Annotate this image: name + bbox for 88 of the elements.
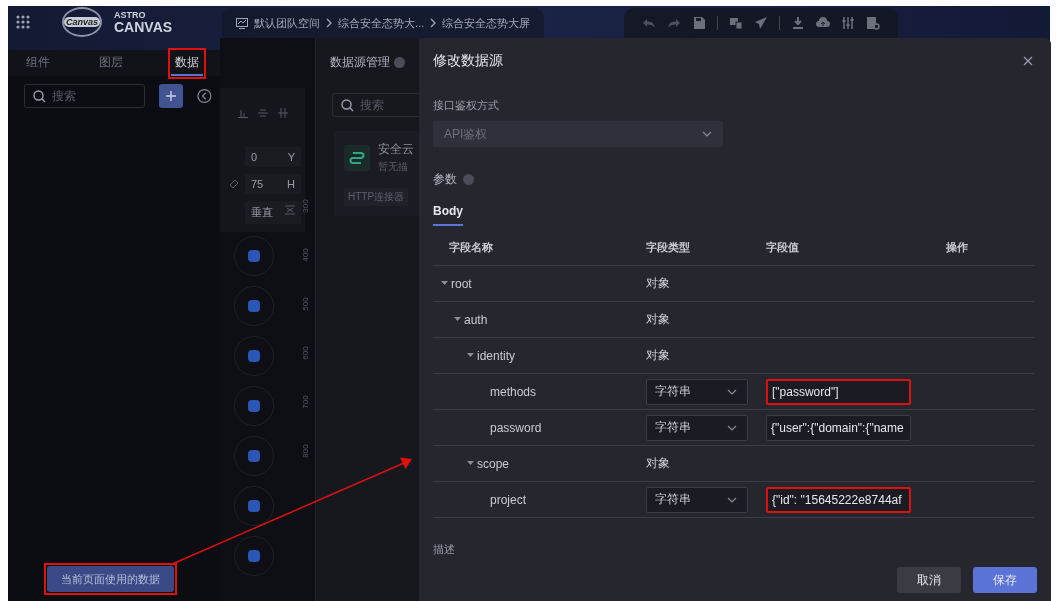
panel-title: 数据源管理 bbox=[330, 54, 390, 71]
panel-tab[interactable]: 数据 bbox=[171, 50, 203, 76]
send-icon[interactable] bbox=[754, 16, 769, 30]
chevron-right-icon bbox=[430, 18, 437, 28]
vertical-spacing-icon bbox=[285, 205, 295, 215]
logo: Canvas bbox=[62, 7, 102, 37]
cube-icon bbox=[247, 349, 261, 363]
value-input[interactable]: {"id": "15645222e8744af bbox=[766, 486, 911, 513]
download-icon[interactable] bbox=[791, 16, 806, 30]
datasource-name: 安全云 bbox=[378, 141, 414, 158]
ruler-label: 600 bbox=[299, 345, 311, 361]
type-select[interactable]: 字符串 bbox=[646, 378, 748, 405]
settings-icon[interactable] bbox=[866, 16, 881, 30]
chevron-down-icon bbox=[702, 131, 712, 137]
field-name: password bbox=[490, 420, 542, 435]
direction-field[interactable]: 垂直 bbox=[245, 201, 301, 224]
chevron-down-icon bbox=[727, 388, 737, 395]
field-type: 对象 bbox=[646, 455, 671, 472]
type-select[interactable]: 字符串 bbox=[646, 414, 748, 441]
monitor-icon bbox=[236, 17, 249, 29]
search-icon bbox=[33, 89, 46, 103]
chevron-right-icon bbox=[326, 18, 333, 28]
field-name: scope bbox=[477, 456, 510, 471]
column-header: 操作 bbox=[946, 240, 969, 255]
caret-icon[interactable] bbox=[467, 353, 474, 358]
redo-icon[interactable] bbox=[667, 16, 682, 30]
add-button[interactable] bbox=[159, 84, 184, 108]
ruler-label: 400 bbox=[299, 247, 311, 263]
dialog-title: 修改数据源 bbox=[433, 52, 503, 70]
apps-grid-icon[interactable] bbox=[16, 15, 30, 29]
field-type: 对象 bbox=[646, 275, 671, 292]
collapse-icon[interactable] bbox=[197, 88, 212, 104]
field-type: 对象 bbox=[646, 311, 671, 328]
cube-icon bbox=[247, 299, 261, 313]
field-name: root bbox=[451, 276, 472, 291]
chevron-down-icon bbox=[727, 424, 737, 431]
ruler-label: 800 bbox=[299, 443, 311, 459]
ruler-label: 300 bbox=[299, 198, 311, 214]
value-input[interactable]: {"user":{"domain":{"name bbox=[766, 414, 911, 441]
field-name: identity bbox=[477, 348, 516, 363]
align-bottom-icon[interactable] bbox=[237, 108, 248, 118]
column-header: 字段名称 bbox=[448, 240, 494, 255]
cube-icon bbox=[247, 399, 261, 413]
breadcrumb-item[interactable]: 默认团队空间 bbox=[254, 15, 321, 31]
cube-icon bbox=[247, 549, 261, 563]
chevron-down-icon bbox=[727, 496, 737, 503]
breadcrumb-item[interactable]: 综合安全态势大屏 bbox=[442, 15, 531, 31]
field-name: auth bbox=[464, 312, 488, 327]
field-name: methods bbox=[490, 384, 537, 399]
property-field[interactable]: 75 H bbox=[245, 174, 301, 194]
connector-icon bbox=[344, 144, 370, 171]
ruler-label: 700 bbox=[299, 394, 311, 410]
property-field[interactable]: 0 Y bbox=[245, 147, 301, 167]
field-label: 描述 bbox=[433, 542, 456, 557]
caret-icon[interactable] bbox=[441, 281, 448, 286]
current-page-data-button[interactable]: 当前页面使用的数据 bbox=[47, 566, 174, 592]
section-label: 参数 bbox=[433, 171, 457, 188]
panel-tab[interactable]: 图层 bbox=[95, 50, 127, 76]
help-icon[interactable] bbox=[394, 57, 405, 68]
field-type: 对象 bbox=[646, 347, 671, 364]
distribute-icon[interactable] bbox=[277, 108, 288, 118]
link-icon[interactable] bbox=[229, 179, 239, 189]
screens-icon[interactable] bbox=[729, 16, 744, 30]
column-header: 字段值 bbox=[766, 240, 800, 255]
ruler-label: 500 bbox=[299, 296, 311, 312]
brand-name: CANVAS bbox=[114, 19, 173, 34]
caret-icon[interactable] bbox=[467, 461, 474, 466]
plus-icon bbox=[165, 90, 178, 102]
caret-icon[interactable] bbox=[454, 317, 461, 322]
save-icon[interactable] bbox=[692, 16, 707, 30]
close-icon bbox=[1023, 56, 1033, 66]
type-select[interactable]: 字符串 bbox=[646, 486, 748, 513]
cancel-button[interactable]: 取消 bbox=[897, 567, 961, 593]
value-input[interactable]: ["password"] bbox=[766, 378, 911, 405]
body-tab[interactable]: Body bbox=[433, 200, 463, 226]
sliders-icon[interactable] bbox=[841, 16, 856, 30]
field-label: 接口鉴权方式 bbox=[433, 98, 500, 113]
search-icon bbox=[341, 98, 354, 112]
cloud-upload-icon[interactable] bbox=[816, 16, 831, 30]
panel-tab[interactable]: 组件 bbox=[22, 50, 54, 76]
cube-icon bbox=[247, 499, 261, 513]
column-header: 字段类型 bbox=[646, 240, 691, 255]
field-name: project bbox=[490, 492, 527, 507]
cube-icon bbox=[247, 249, 261, 263]
save-button[interactable]: 保存 bbox=[973, 567, 1037, 593]
cube-icon bbox=[247, 449, 261, 463]
breadcrumb-item[interactable]: 综合安全态势大... bbox=[338, 15, 425, 31]
brand-label: ASTRO bbox=[114, 10, 147, 20]
